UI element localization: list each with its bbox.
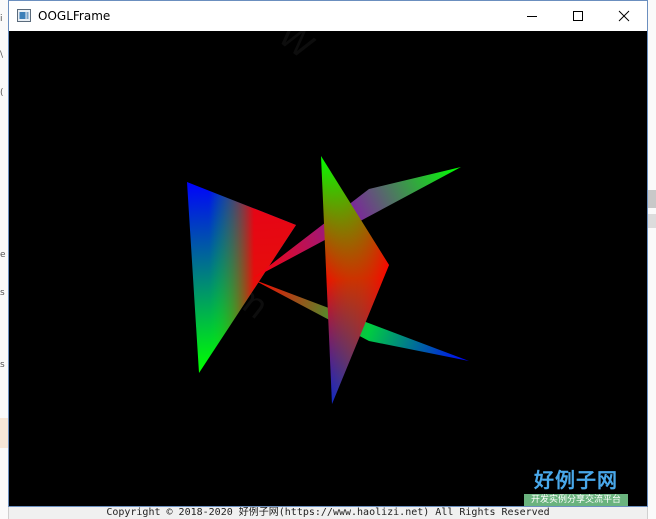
- background-text-fragment: s: [0, 288, 5, 298]
- opengl-canvas[interactable]: .com W: [9, 31, 647, 506]
- java-app-icon: [17, 9, 31, 22]
- maximize-button[interactable]: [555, 1, 601, 31]
- background-scrollbar: [648, 190, 656, 208]
- background-page-right-edge: [647, 0, 656, 519]
- minimize-icon: [527, 16, 537, 17]
- left-triangle: [187, 182, 296, 373]
- minimize-button[interactable]: [509, 1, 555, 31]
- site-watermark-logo: 好例子网 开发实例分享交流平台: [521, 467, 631, 506]
- background-text-fragment: \: [0, 50, 4, 60]
- window-title: OOGLFrame: [38, 9, 111, 23]
- background-text-fragment: (: [0, 88, 4, 98]
- background-text-fragment: s: [0, 360, 5, 370]
- background-highlight-strip: [0, 418, 8, 448]
- background-text-fragment: i: [0, 14, 3, 24]
- maximize-icon: [573, 11, 583, 21]
- watermark-subtitle: 开发实例分享交流平台: [524, 494, 628, 506]
- background-text-fragment: e: [0, 250, 6, 260]
- close-button[interactable]: [601, 1, 647, 31]
- title-bar[interactable]: OOGLFrame: [9, 1, 647, 31]
- background-footer-text: Copyright © 2018-2020 好例子网(https://www.h…: [106, 507, 550, 518]
- watermark-title: 好例子网: [534, 468, 618, 492]
- close-icon: [618, 10, 630, 22]
- background-scrollbar: [648, 214, 656, 228]
- rendered-scene: [187, 156, 469, 404]
- app-window: OOGLFrame .com W: [8, 0, 648, 507]
